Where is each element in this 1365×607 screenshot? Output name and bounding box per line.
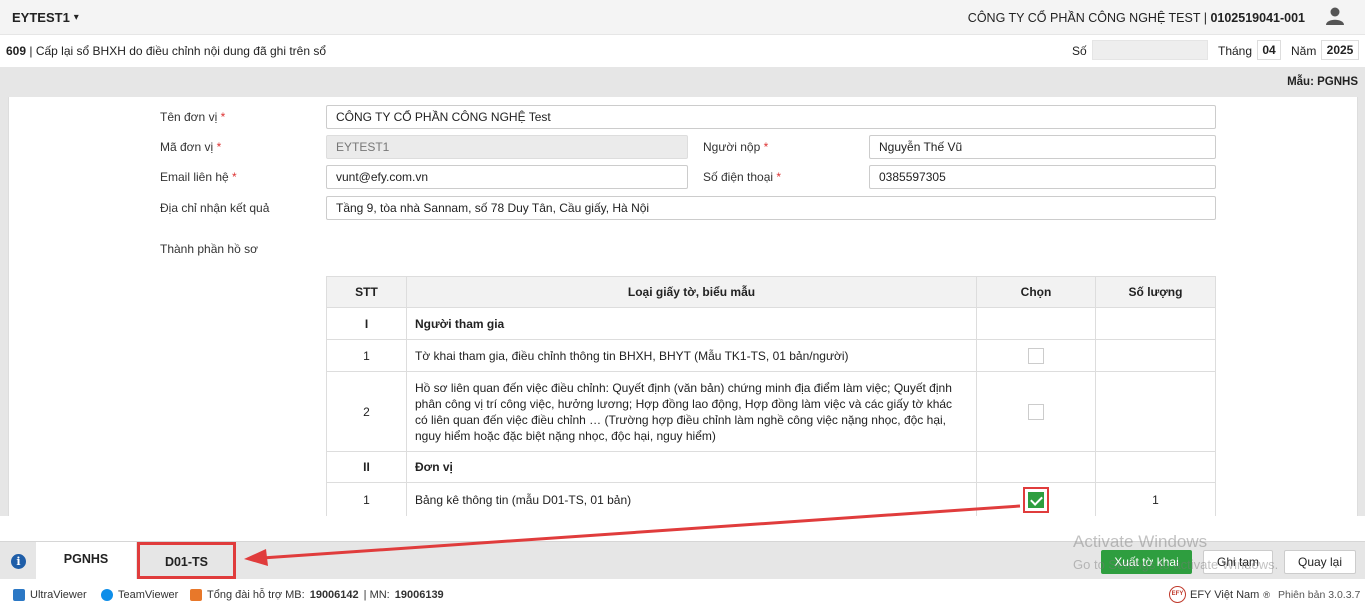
activate-windows-hint: Go to Settings to activate Windows. <box>1073 557 1279 572</box>
row-qty <box>1095 451 1216 483</box>
company-switcher[interactable]: EYTEST1 ▾ <box>12 10 79 25</box>
row-name: Tờ khai tham gia, điều chỉnh thông tin B… <box>406 339 977 372</box>
efy-logo-icon: EFY <box>1169 586 1186 603</box>
row-chon <box>976 371 1096 452</box>
col-loai-giay-to: Loại giấy tờ, biểu mẫu <box>406 276 977 308</box>
status-bar: UltraViewer TeamViewer Tổng đài hỗ trợ M… <box>0 583 1365 607</box>
email-label: Email liên hệ * <box>160 170 237 184</box>
row-stt: 1 <box>326 482 407 516</box>
dia-chi-label: Địa chỉ nhận kết quả <box>160 201 270 215</box>
form-title-text: Cấp lại sổ BHXH do điều chỉnh nội dung đ… <box>35 44 327 58</box>
ma-don-vi-label: Mã đơn vị * <box>160 140 222 154</box>
row-name: Bảng kê thông tin (mẫu D01-TS, 01 bản) <box>406 482 977 516</box>
so-label: Số <box>1072 44 1087 58</box>
tab-d01-ts[interactable]: D01-TS <box>137 542 236 579</box>
nguoi-nop-input[interactable]: Nguyễn Thế Vũ <box>869 135 1216 159</box>
user-icon[interactable] <box>1325 6 1345 26</box>
title-bar: 609 | Cấp lại sổ BHXH do điều chỉnh nội … <box>0 35 1365 67</box>
ten-don-vi-input[interactable]: CÔNG TY CỔ PHẦN CÔNG NGHỆ Test <box>326 105 1216 129</box>
row-chon <box>976 307 1096 340</box>
row-stt: 2 <box>326 371 407 452</box>
template-band: Mẫu: PGNHS <box>0 67 1365 97</box>
row-qty <box>1095 307 1216 340</box>
template-label: Mẫu: PGNHS <box>1287 76 1358 88</box>
phone-icon <box>190 589 202 601</box>
row-stt: 1 <box>326 339 407 372</box>
left-gutter <box>0 97 8 516</box>
form-panel: Tên đơn vị * CÔNG TY CỔ PHẦN CÔNG NGHỆ T… <box>8 97 1358 516</box>
activate-windows-title: Activate Windows <box>1073 532 1208 551</box>
ma-don-vi-input: EYTEST1 <box>326 135 688 159</box>
form-title: 609 | Cấp lại sổ BHXH do điều chỉnh nội … <box>6 44 327 58</box>
select-checkbox[interactable] <box>1028 347 1044 364</box>
tax-code: 0102519041-001 <box>1210 11 1305 25</box>
nam-label: Năm <box>1291 44 1317 58</box>
ultraviewer-link[interactable]: UltraViewer <box>13 589 87 601</box>
dia-chi-input[interactable]: Tầng 9, tòa nhà Sannam, số 78 Duy Tân, C… <box>326 196 1216 220</box>
row-stt: I <box>326 307 407 340</box>
app-window: { "header": { "company_code": "EYTEST1",… <box>0 0 1365 607</box>
ten-don-vi-label: Tên đơn vị * <box>160 110 226 124</box>
tab-pgnhs[interactable]: PGNHS <box>36 542 136 579</box>
teamviewer-icon <box>101 589 113 601</box>
col-so-luong: Số lượng <box>1095 276 1216 308</box>
hotline: Tổng đài hỗ trợ MB: 19006142 | MN: 19006139 <box>190 589 444 601</box>
thang-input[interactable]: 04 <box>1257 40 1281 60</box>
table-header-row: STT Loại giấy tờ, biểu mẫu Chọn Số lượng <box>326 276 1216 308</box>
table-row: 1 Bảng kê thông tin (mẫu D01-TS, 01 bản)… <box>326 482 1216 516</box>
info-icon[interactable]: i <box>11 554 26 569</box>
row-qty: 1 <box>1095 482 1216 516</box>
org-name: CÔNG TY CỔ PHẦN CÔNG NGHỆ TEST <box>967 11 1201 25</box>
table-row: 1 Tờ khai tham gia, điều chỉnh thông tin… <box>326 339 1216 372</box>
highlight-box <box>1023 487 1049 513</box>
select-checkbox[interactable] <box>1028 403 1044 420</box>
right-gutter <box>1358 97 1365 516</box>
quay-lai-button[interactable]: Quay lại <box>1284 550 1356 574</box>
col-chon: Chọn <box>976 276 1096 308</box>
sdt-input[interactable]: 0385597305 <box>869 165 1216 189</box>
table-row: 2 Hồ sơ liên quan đến việc điều chỉnh: Q… <box>326 371 1216 452</box>
ultraviewer-icon <box>13 589 25 601</box>
email-input[interactable]: vunt@efy.com.vn <box>326 165 688 189</box>
row-chon <box>976 451 1096 483</box>
company-code: EYTEST1 <box>12 10 70 25</box>
teamviewer-link[interactable]: TeamViewer <box>101 589 178 601</box>
thanh-phan-label: Thành phần hồ sơ <box>160 242 258 256</box>
org-info: CÔNG TY CỔ PHẦN CÔNG NGHỆ TEST | 0102519… <box>967 11 1305 25</box>
form-code: 609 <box>6 44 27 58</box>
row-name: Đơn vị <box>406 451 977 483</box>
nam-input[interactable]: 2025 <box>1321 40 1359 60</box>
top-bar: EYTEST1 ▾ CÔNG TY CỔ PHẦN CÔNG NGHỆ TEST… <box>0 0 1365 35</box>
select-checkbox-checked[interactable] <box>1028 492 1044 508</box>
documents-table: STT Loại giấy tờ, biểu mẫu Chọn Số lượng… <box>326 276 1216 516</box>
chevron-down-icon: ▾ <box>73 12 79 23</box>
row-name: Người tham gia <box>406 307 977 340</box>
thang-label: Tháng <box>1218 44 1253 58</box>
row-chon <box>976 339 1096 372</box>
row-name: Hồ sơ liên quan đến việc điều chỉnh: Quy… <box>406 371 977 452</box>
row-stt: II <box>326 451 407 483</box>
so-input[interactable] <box>1092 40 1208 60</box>
efy-brand: EFY EFY Việt Nam ® <box>1169 586 1270 603</box>
col-stt: STT <box>326 276 407 308</box>
table-row: II Đơn vị <box>326 451 1216 483</box>
sdt-label: Số điện thoại * <box>703 170 782 184</box>
version-label: Phiên bản 3.0.3.7 <box>1278 589 1361 601</box>
nguoi-nop-label: Người nộp * <box>703 140 769 154</box>
table-row: I Người tham gia <box>326 307 1216 340</box>
row-qty <box>1095 371 1216 452</box>
row-chon <box>976 482 1096 516</box>
row-qty <box>1095 339 1216 372</box>
